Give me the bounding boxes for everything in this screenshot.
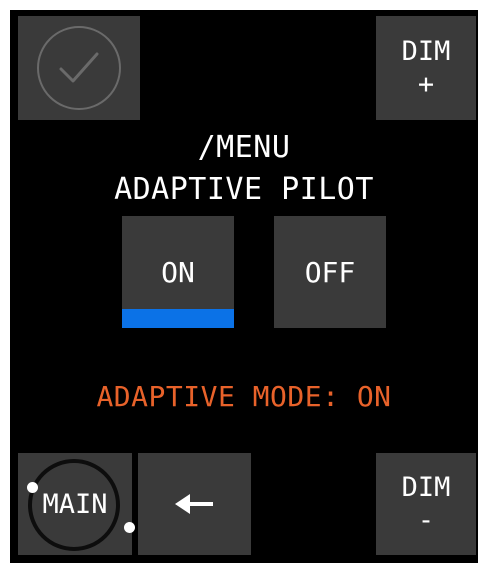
main-button[interactable]: MAIN <box>18 453 135 555</box>
adaptive-off-label: OFF <box>304 255 356 289</box>
arrow-left-icon <box>174 494 213 514</box>
menu-path: /MENU <box>197 130 291 165</box>
confirm-button[interactable] <box>18 16 140 120</box>
checkmark-circle-icon <box>37 26 121 110</box>
dim-decrease-label: DIM <box>401 472 451 503</box>
adaptive-mode-status: ADAPTIVE MODE: ON <box>96 380 392 413</box>
minus-symbol: - <box>417 505 435 536</box>
adaptive-off-button[interactable]: OFF <box>274 216 386 328</box>
dim-decrease-button[interactable]: DIM - <box>376 453 476 555</box>
dim-increase-label: DIM <box>401 36 451 67</box>
main-button-label: MAIN <box>42 488 108 520</box>
device-screen: DIM + /MENU ADAPTIVE PILOT ON OFF ADAPTI… <box>10 10 478 563</box>
menu-title: ADAPTIVE PILOT <box>114 172 374 207</box>
adaptive-on-button[interactable]: ON <box>122 216 234 328</box>
plus-symbol: + <box>417 69 435 100</box>
back-button[interactable] <box>138 453 251 555</box>
adaptive-on-label: ON <box>161 255 195 289</box>
dim-increase-button[interactable]: DIM + <box>376 16 476 120</box>
selected-indicator-bar <box>122 309 234 328</box>
